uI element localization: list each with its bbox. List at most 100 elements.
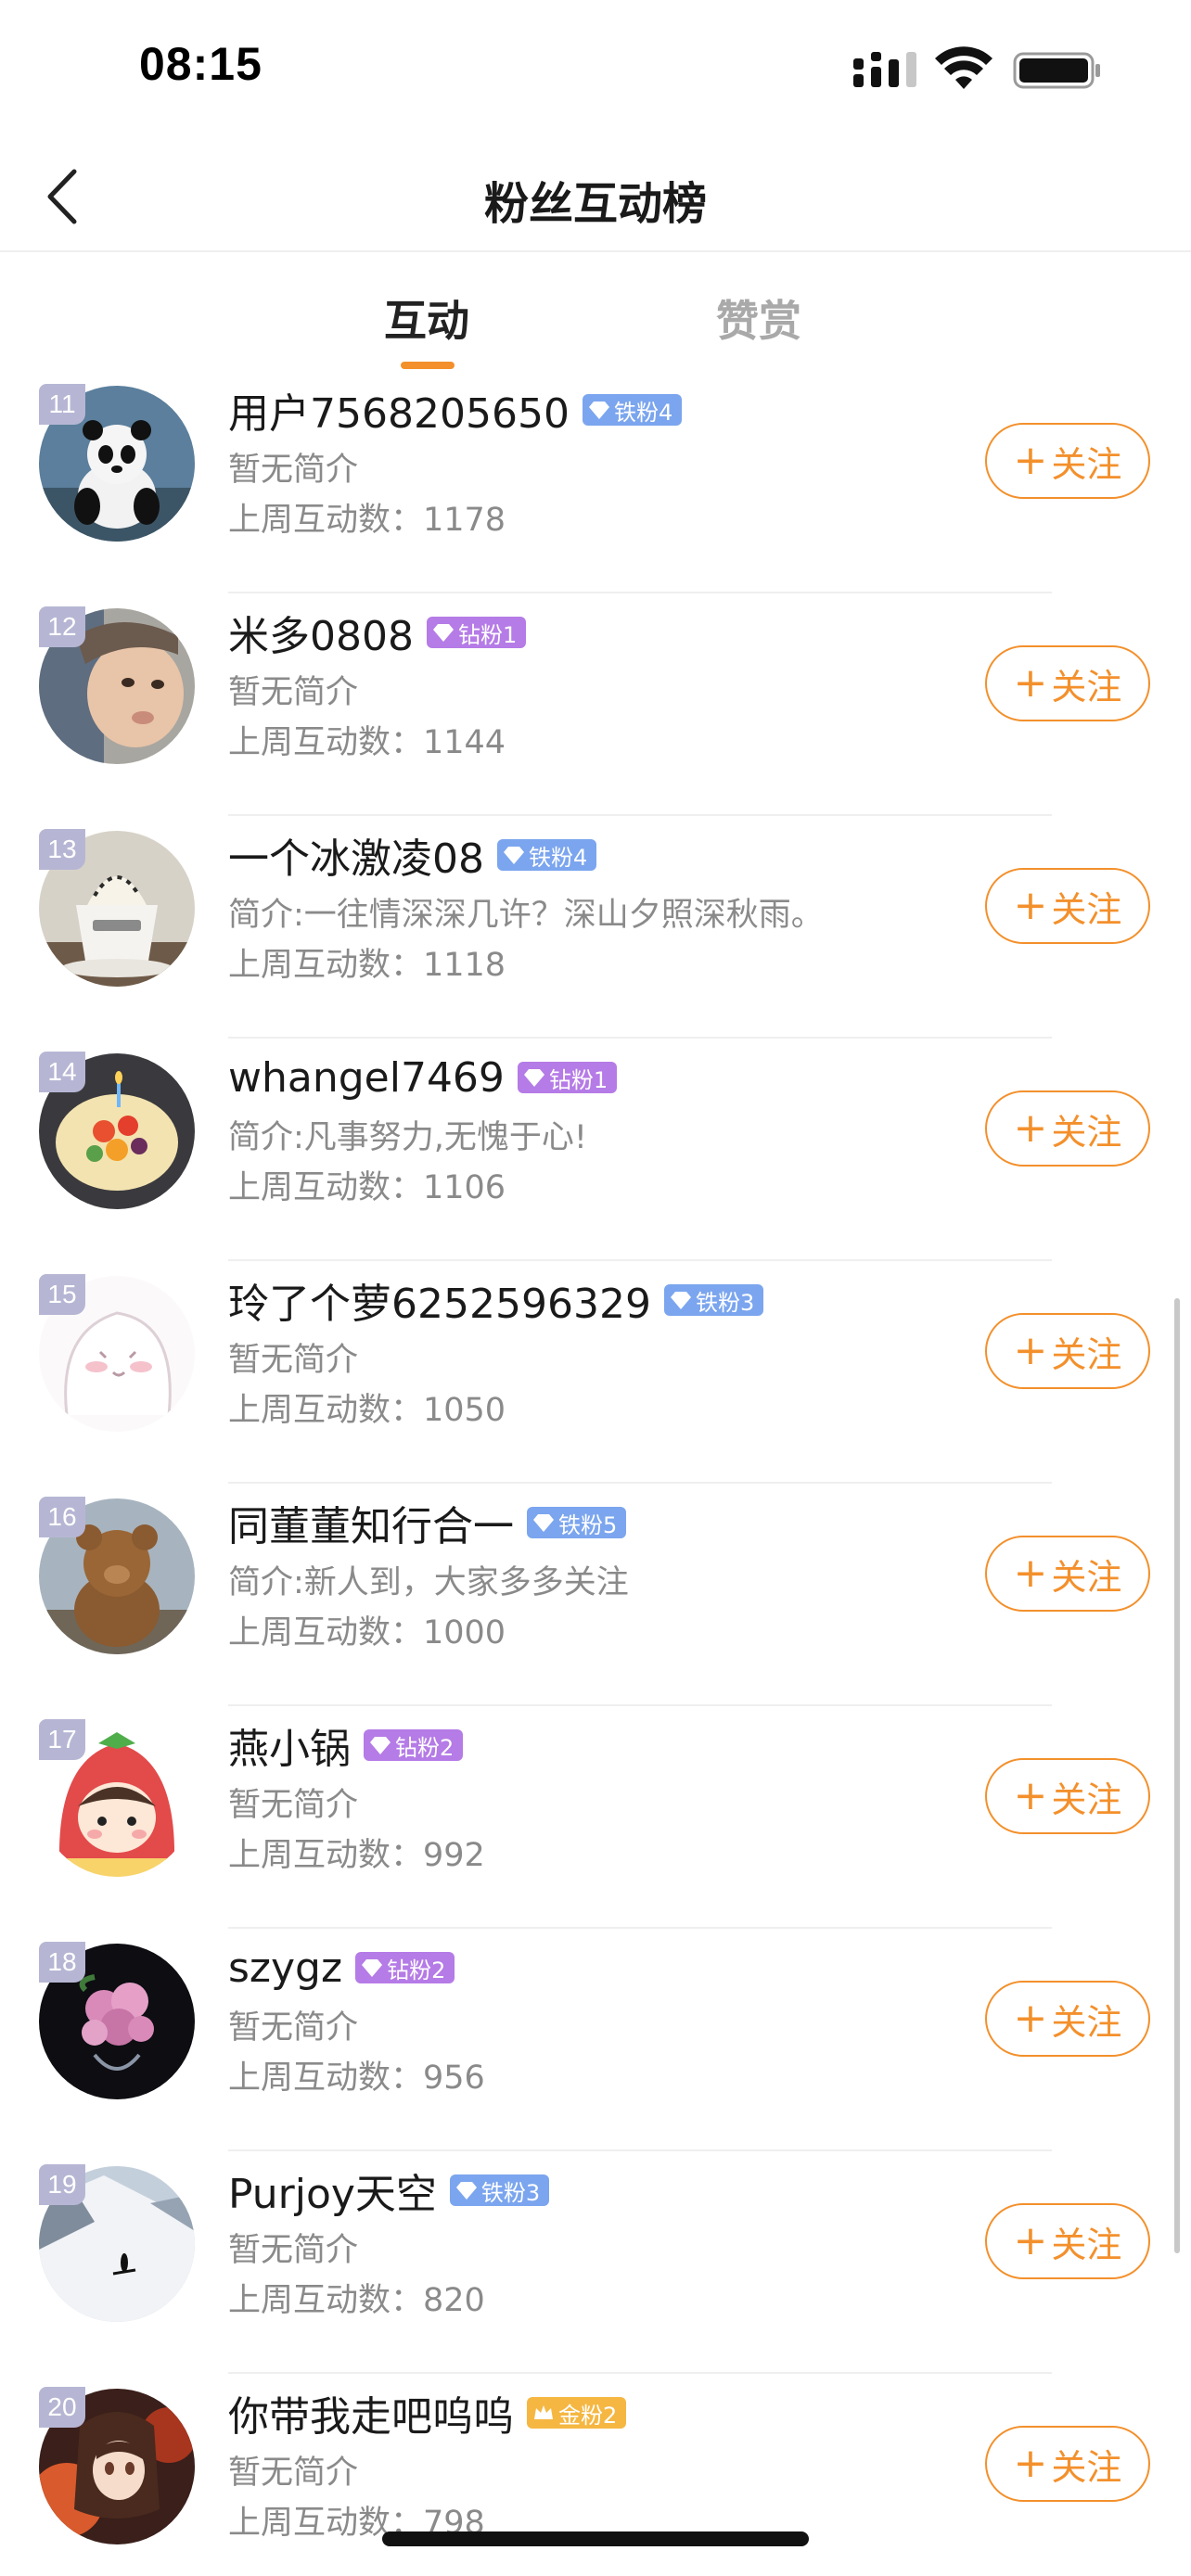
user-name[interactable]: 米多0808 <box>228 603 414 662</box>
active-tab-indicator <box>401 362 455 369</box>
name-line: 米多0808 钻粉1 <box>228 603 527 662</box>
rank-badge: 20 <box>39 2387 85 2428</box>
fan-level-label: 钻粉1 <box>548 1066 608 1093</box>
list-item[interactable]: 16 同董董知行合一 铁粉5 简介:新人到，大家多多关注 上周互动数：1000 … <box>0 1484 1191 1706</box>
list-item[interactable]: 17 燕小锅 钻粉2 暂无简介 上周互动数：992 + 关注 <box>0 1706 1191 1929</box>
interaction-count: 上周互动数：1106 <box>228 1169 506 1206</box>
follow-label: 关注 <box>1051 2446 1122 2488</box>
follow-button[interactable]: + 关注 <box>985 1313 1150 1389</box>
list-item[interactable]: 13 一个冰激凌08 铁粉4 简介:一往情深深几许？深山夕照深秋雨。 上周互动数… <box>0 816 1191 1039</box>
scrollbar[interactable] <box>1174 1298 1180 2253</box>
diamond-icon <box>523 1069 544 1087</box>
tab-reward[interactable]: 赞赏 <box>716 287 801 349</box>
rank-badge: 17 <box>39 1719 85 1760</box>
follow-button[interactable]: + 关注 <box>985 1981 1150 2057</box>
battery-icon <box>1013 52 1100 89</box>
user-name[interactable]: 同董董知行合一 <box>228 1493 514 1552</box>
rank-badge: 11 <box>39 384 85 425</box>
name-line: 玲了个萝6252596329 铁粉3 <box>228 1270 764 1330</box>
follow-label: 关注 <box>1051 666 1122 708</box>
follow-label: 关注 <box>1051 2224 1122 2265</box>
plus-icon: + <box>1013 1772 1048 1819</box>
name-line: szygz 钻粉2 <box>228 1940 455 1996</box>
plus-icon: + <box>1013 2217 1048 2264</box>
follow-button[interactable]: + 关注 <box>985 868 1150 944</box>
follow-label: 关注 <box>1051 2001 1122 2043</box>
fan-level-badge: 铁粉5 <box>527 1507 627 1538</box>
interaction-count: 上周互动数：1178 <box>228 502 506 539</box>
user-name[interactable]: szygz <box>228 1945 342 1992</box>
home-indicator[interactable] <box>382 2531 809 2546</box>
user-name[interactable]: 一个冰激凌08 <box>228 825 484 885</box>
user-bio: 暂无简介 <box>228 2009 359 2047</box>
fan-level-label: 铁粉3 <box>695 1289 755 1316</box>
list-item[interactable]: 19 Purjoy天空 铁粉3 暂无简介 上周互动数：820 + 关注 <box>0 2151 1191 2374</box>
list-item[interactable]: 12 米多0808 钻粉1 暂无简介 上周互动数：1144 + 关注 <box>0 593 1191 816</box>
follow-button[interactable]: + 关注 <box>985 645 1150 721</box>
follow-button[interactable]: + 关注 <box>985 423 1150 499</box>
follow-button[interactable]: + 关注 <box>985 2426 1150 2502</box>
rank-badge: 14 <box>39 1052 85 1092</box>
name-line: whangel7469 钻粉1 <box>228 1050 618 1105</box>
user-bio: 简介:一往情深深几许？深山夕照深秋雨。 <box>228 897 824 934</box>
plus-icon: + <box>1013 659 1048 707</box>
rank-badge: 15 <box>39 1274 85 1315</box>
name-line: 用户7568205650 铁粉4 <box>228 380 683 440</box>
diamond-icon <box>504 847 524 864</box>
user-bio: 暂无简介 <box>228 1787 359 1824</box>
fan-level-label: 金粉2 <box>558 2402 618 2429</box>
fan-level-badge: 钻粉1 <box>517 1062 618 1093</box>
follow-label: 关注 <box>1051 1333 1122 1375</box>
fan-level-label: 钻粉2 <box>395 1734 455 1761</box>
diamond-icon <box>670 1292 691 1309</box>
page-title: 粉丝互动榜 <box>483 178 707 230</box>
follow-button[interactable]: + 关注 <box>985 1758 1150 1834</box>
follow-label: 关注 <box>1051 1779 1122 1820</box>
user-name[interactable]: Purjoy天空 <box>228 2161 437 2220</box>
tab-bar: 互动 赞赏 <box>0 269 1191 380</box>
user-name[interactable]: 用户7568205650 <box>228 380 570 440</box>
list-item[interactable]: 18 szygz 钻粉2 暂无简介 上周互动数：956 + 关注 <box>0 1929 1191 2151</box>
fan-level-badge: 铁粉3 <box>449 2174 550 2206</box>
rank-badge: 19 <box>39 2164 85 2205</box>
plus-icon: + <box>1013 437 1048 484</box>
list-item[interactable]: 14 whangel7469 钻粉1 简介:凡事努力,无愧于心! 上周互动数：1… <box>0 1039 1191 1261</box>
diamond-icon <box>432 624 454 642</box>
diamond-icon <box>533 1514 554 1532</box>
plus-icon: + <box>1013 2440 1048 2487</box>
fan-level-badge: 铁粉4 <box>582 394 683 426</box>
name-line: Purjoy天空 铁粉3 <box>228 2161 550 2220</box>
interaction-count: 上周互动数：1118 <box>228 947 506 984</box>
user-bio: 暂无简介 <box>228 1342 359 1379</box>
plus-icon: + <box>1013 1327 1048 1374</box>
list-item[interactable]: 15 玲了个萝6252596329 铁粉3 暂无简介 上周互动数：1050 + … <box>0 1261 1191 1484</box>
list-item[interactable]: 11 用户7568205650 铁粉4 暂无简介 上周互动数：1178 + 关注 <box>0 371 1191 593</box>
rank-badge: 18 <box>39 1942 85 1983</box>
follow-button[interactable]: + 关注 <box>985 1536 1150 1612</box>
name-line: 燕小锅 钻粉2 <box>228 1715 464 1775</box>
interaction-count: 上周互动数：1050 <box>228 1392 506 1429</box>
tab-interaction[interactable]: 互动 <box>384 287 469 349</box>
fan-level-badge: 钻粉2 <box>355 1952 455 1983</box>
user-bio: 暂无简介 <box>228 2455 359 2492</box>
user-bio: 暂无简介 <box>228 2232 359 2269</box>
user-name[interactable]: 你带我走吧呜呜 <box>228 2383 514 2442</box>
user-name[interactable]: 燕小锅 <box>228 1715 351 1775</box>
fan-level-badge: 钻粉2 <box>364 1729 464 1761</box>
plus-icon: + <box>1013 1549 1048 1597</box>
fan-level-label: 铁粉4 <box>613 399 673 426</box>
fan-level-badge: 铁粉3 <box>663 1284 764 1316</box>
plus-icon: + <box>1013 1104 1048 1152</box>
rank-badge: 12 <box>39 606 85 647</box>
follow-label: 关注 <box>1051 888 1122 930</box>
user-name[interactable]: whangel7469 <box>228 1054 505 1102</box>
user-name[interactable]: 玲了个萝6252596329 <box>228 1270 651 1330</box>
follow-button[interactable]: + 关注 <box>985 2203 1150 2279</box>
fan-level-label: 钻粉1 <box>457 621 518 648</box>
status-time: 08:15 <box>139 38 263 90</box>
user-bio: 暂无简介 <box>228 452 359 489</box>
diamond-icon <box>370 1737 391 1754</box>
follow-button[interactable]: + 关注 <box>985 1090 1150 1167</box>
interaction-count: 上周互动数：956 <box>228 2060 485 2097</box>
follow-label: 关注 <box>1051 1111 1122 1153</box>
